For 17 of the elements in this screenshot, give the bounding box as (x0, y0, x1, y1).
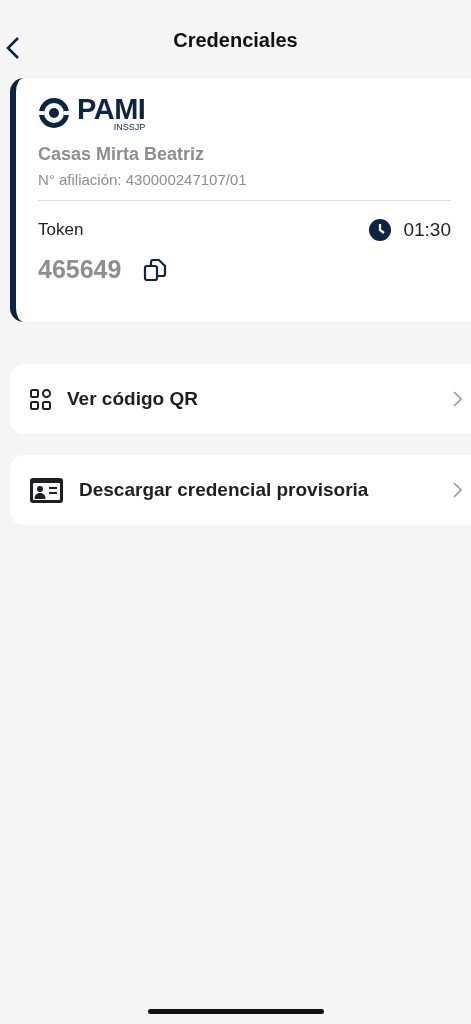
affiliate-number: N° afiliación: 430000247107/01 (38, 171, 248, 188)
menu-item[interactable]: Descargar credencial provisoria (10, 455, 471, 525)
chevron-right-icon (453, 482, 462, 498)
member-name: Casas Mirta Beatriz (38, 144, 206, 165)
logo-name: PAMI (77, 94, 146, 124)
token-label: Token (38, 220, 84, 240)
logo-icon (38, 97, 70, 129)
logo-subtitle: INSSJP (113, 123, 146, 132)
token-value: 465649 (38, 255, 122, 284)
clock-icon (369, 219, 392, 241)
copy-button[interactable] (143, 257, 168, 282)
chevron-right-icon (453, 391, 462, 407)
grid-icon (30, 388, 51, 410)
id-card-icon (30, 477, 63, 503)
timer: 01:30 (403, 219, 451, 241)
menu-item[interactable]: Ver código QR (10, 364, 471, 434)
page-title: Credenciales (173, 28, 298, 52)
